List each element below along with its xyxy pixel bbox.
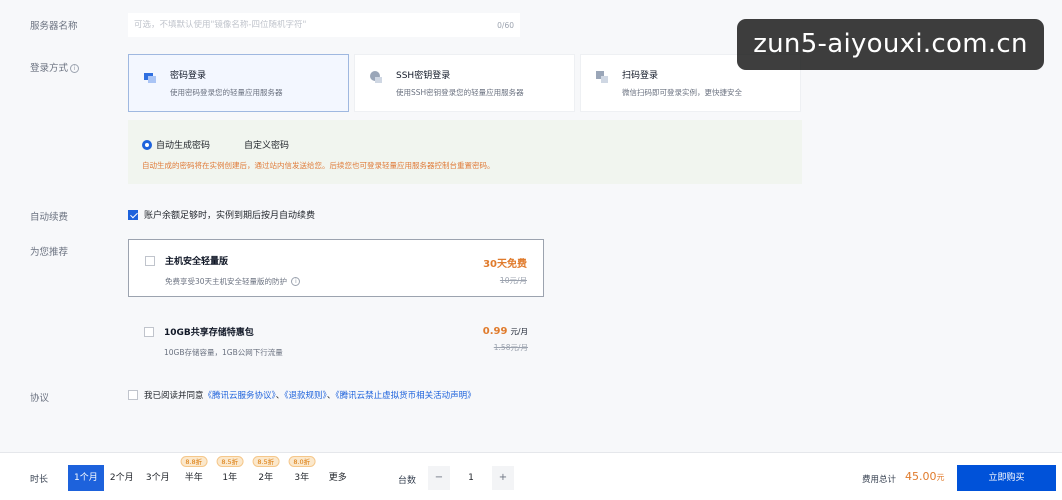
auto-renew-option[interactable]: 账户余额足够时，实例到期后按月自动续费 bbox=[128, 208, 315, 221]
duration-3-years[interactable]: 8.0折 3年 bbox=[283, 456, 320, 491]
key-icon bbox=[144, 73, 156, 83]
auto-renew-label: 自动续费 bbox=[30, 212, 69, 223]
discount-badge: 8.0折 bbox=[288, 456, 316, 467]
duration-options: 1个月 2个月 3个月 8.8折 半年 8.5折 1年 8.5折 2年 8.0折 3年 … bbox=[68, 456, 356, 491]
radio-checked-icon bbox=[142, 139, 152, 150]
discount-badge: 8.8折 bbox=[180, 456, 208, 467]
recommend-price: 0.99 元/月 1.58元/月 bbox=[483, 326, 528, 353]
info-icon[interactable]: i bbox=[291, 277, 301, 286]
server-name-label: 服务器名称 bbox=[30, 21, 78, 32]
service-agreement-link[interactable]: 《腾讯云服务协议》 bbox=[204, 391, 276, 401]
recommend-item-storage[interactable]: 10GB共享存储特惠包 10GB存储容量，1GB公网下行流量 0.99 元/月 1… bbox=[128, 311, 544, 369]
login-option-ssh[interactable]: SSH密钥登录 使用SSH密钥登录您的轻量应用服务器 bbox=[354, 54, 575, 112]
login-option-title: SSH密钥登录 bbox=[396, 71, 451, 81]
duration-half-year[interactable]: 8.8折 半年 bbox=[175, 456, 212, 491]
info-icon[interactable]: i bbox=[70, 64, 80, 73]
radio-auto-password[interactable]: 自动生成密码 bbox=[142, 138, 210, 151]
duration-2-months[interactable]: 2个月 bbox=[103, 465, 140, 491]
duration-label: 时长 bbox=[30, 475, 49, 485]
login-option-desc: 微信扫码即可登录实例，更快捷安全 bbox=[622, 88, 742, 97]
price-value: 0.99 bbox=[482, 326, 508, 337]
login-option-desc: 使用密码登录您的轻量应用服务器 bbox=[170, 88, 283, 97]
discount-badge: 8.5折 bbox=[252, 456, 280, 467]
decrement-button[interactable]: − bbox=[428, 466, 450, 490]
agreement-label: 协议 bbox=[30, 393, 50, 404]
checkbox-icon[interactable] bbox=[145, 256, 155, 266]
quantity-value[interactable]: 1 bbox=[450, 466, 492, 490]
qrcode-icon bbox=[596, 71, 608, 83]
price-value: 30天免费 bbox=[483, 259, 527, 270]
duration-3-months[interactable]: 3个月 bbox=[139, 465, 176, 491]
duration-more[interactable]: 更多 bbox=[319, 465, 356, 491]
recommend-price: 30天免费 10元/月 bbox=[483, 255, 527, 286]
purchase-bar: 时长 1个月 2个月 3个月 8.8折 半年 8.5折 1年 8.5折 2年 8.0折… bbox=[0, 452, 1062, 500]
ssh-key-icon bbox=[370, 71, 382, 83]
password-panel: 自动生成密码 自定义密码 自动生成的密码将在实例创建后，通过站内信发送给您。后续… bbox=[128, 120, 802, 184]
checkbox-icon[interactable] bbox=[128, 390, 138, 400]
refund-rules-link[interactable]: 《退款规则》 bbox=[284, 391, 327, 401]
login-option-desc: 使用SSH密钥登录您的轻量应用服务器 bbox=[396, 88, 524, 97]
server-name-input[interactable] bbox=[134, 20, 498, 30]
char-counter: 0/60 bbox=[497, 20, 514, 30]
login-option-title: 密码登录 bbox=[170, 71, 207, 81]
total-price: 45.00元 bbox=[905, 470, 945, 483]
original-price: 1.58元/月 bbox=[493, 343, 528, 352]
quantity-label: 台数 bbox=[398, 476, 417, 486]
radio-unchecked-icon bbox=[230, 140, 240, 150]
discount-badge: 8.5折 bbox=[216, 456, 244, 467]
radio-custom-password[interactable]: 自定义密码 bbox=[230, 138, 289, 151]
login-method-label: 登录方式 i bbox=[30, 60, 80, 74]
crypto-statement-link[interactable]: 《腾讯云禁止虚拟货币相关活动声明》 bbox=[335, 391, 475, 401]
total-label: 费用总计 bbox=[862, 475, 897, 485]
checkbox-checked-icon[interactable] bbox=[128, 209, 138, 220]
buy-now-button[interactable]: 立即购买 bbox=[957, 465, 1056, 491]
duration-2-years[interactable]: 8.5折 2年 bbox=[247, 456, 284, 491]
recommend-item-host-security[interactable]: 主机安全轻量版 免费享受30天主机安全轻量版的防护 i 30天免费 10元/月 bbox=[128, 239, 544, 297]
original-price: 10元/月 bbox=[499, 276, 527, 285]
quantity-stepper: − 1 + bbox=[428, 466, 514, 490]
duration-1-year[interactable]: 8.5折 1年 bbox=[211, 456, 248, 491]
server-name-field[interactable]: 0/60 bbox=[128, 13, 520, 37]
recommend-label: 为您推荐 bbox=[30, 247, 69, 258]
checkbox-icon[interactable] bbox=[144, 327, 154, 337]
login-option-password[interactable]: 密码登录 使用密码登录您的轻量应用服务器 bbox=[128, 54, 349, 112]
price-unit: 元/月 bbox=[510, 327, 528, 336]
duration-1-month[interactable]: 1个月 bbox=[68, 465, 104, 491]
increment-button[interactable]: + bbox=[492, 466, 514, 490]
password-mode-group: 自动生成密码 自定义密码 bbox=[142, 138, 303, 151]
watermark: zun5-aiyouxi.com.cn bbox=[737, 19, 1044, 70]
agreement-option: 我已阅读并同意《腾讯云服务协议》、《退款规则》、《腾讯云禁止虚拟货币相关活动声明… bbox=[128, 389, 476, 401]
password-note: 自动生成的密码将在实例创建后，通过站内信发送给您。后续您也可登录轻量应用服务器控… bbox=[142, 161, 495, 170]
